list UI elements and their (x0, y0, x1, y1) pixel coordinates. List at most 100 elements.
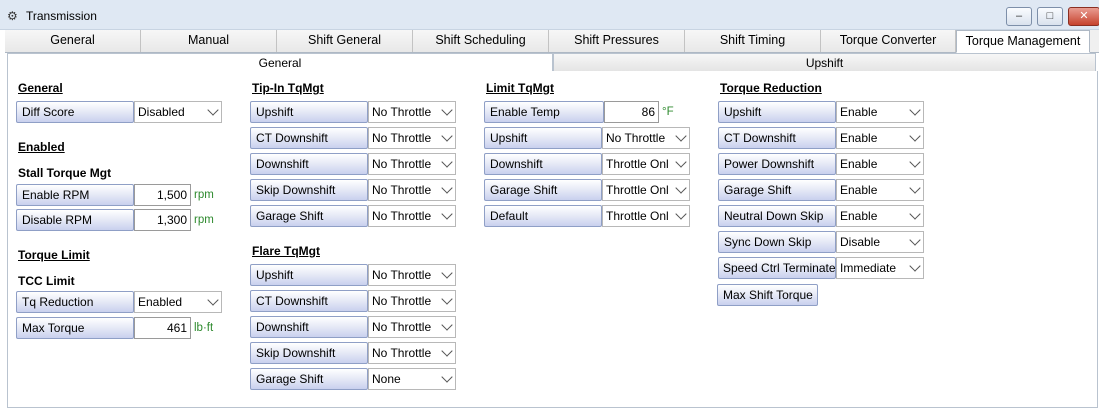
tab-manual[interactable]: Manual (141, 30, 277, 52)
reduction-speed-ctrl-terminate-select[interactable]: Immediate (836, 257, 924, 279)
limit-downshift-select[interactable]: Throttle Onl (602, 153, 690, 175)
tipin-garage-shift-label: Garage Shift (250, 205, 368, 227)
subtab-general[interactable]: General (7, 53, 553, 72)
flare-ct-downshift-label: CT Downshift (250, 290, 368, 312)
sub-tab-bar: General Upshift (7, 53, 1096, 72)
tq-reduction-value: Enabled (138, 295, 183, 309)
limit-upshift-value: No Throttle (606, 131, 666, 145)
reduction-upshift-select[interactable]: Enable (836, 101, 924, 123)
tipin-ct-downshift-select[interactable]: No Throttle (368, 127, 456, 149)
tq-reduction-select[interactable]: Enabled (134, 291, 222, 313)
disable-rpm-label: Disable RPM (16, 209, 134, 231)
reduction-sync-down-skip-value: Disable (840, 235, 881, 249)
max-shift-torque-button[interactable]: Max Shift Torque (717, 284, 818, 306)
tab-shift-pressures[interactable]: Shift Pressures (549, 30, 685, 52)
reduction-garage-shift-select[interactable]: Enable (836, 179, 924, 201)
close-button[interactable]: ✕ (1068, 7, 1099, 26)
flare-downshift-select[interactable]: No Throttle (368, 316, 456, 338)
tipin-downshift-select[interactable]: No Throttle (368, 153, 456, 175)
flare-garage-shift-select[interactable]: None (368, 368, 456, 390)
chevron-down-icon (909, 182, 921, 194)
tipin-garage-shift-value: No Throttle (372, 209, 432, 223)
enable-temp-input[interactable]: 86 (604, 101, 659, 123)
diff-score-select[interactable]: Disabled (134, 101, 222, 123)
limit-default-label: Default (484, 205, 602, 227)
minimize-button[interactable]: – (1006, 7, 1032, 26)
main-tab-bar: General Manual Shift General Shift Sched… (5, 30, 1099, 53)
reduction-ct-downshift-label: CT Downshift (718, 127, 836, 149)
limit-upshift-label: Upshift (484, 127, 602, 149)
flare-upshift-value: No Throttle (372, 268, 432, 282)
max-torque-label: Max Torque (16, 317, 134, 339)
flare-skip-downshift-select[interactable]: No Throttle (368, 342, 456, 364)
enable-rpm-input[interactable]: 1,500 (134, 184, 191, 206)
chevron-down-icon (441, 345, 453, 357)
tab-shift-scheduling[interactable]: Shift Scheduling (413, 30, 549, 52)
tipin-ct-downshift-value: No Throttle (372, 131, 432, 145)
maximize-button[interactable]: □ (1037, 7, 1063, 26)
limit-upshift-select[interactable]: No Throttle (602, 127, 690, 149)
limit-downshift-value: Throttle Onl (606, 157, 669, 171)
flare-ct-downshift-select[interactable]: No Throttle (368, 290, 456, 312)
flare-garage-shift-label: Garage Shift (250, 368, 368, 390)
tab-shift-general[interactable]: Shift General (277, 30, 413, 52)
reduction-neutral-down-skip-value: Enable (840, 209, 878, 223)
chevron-down-icon (441, 293, 453, 305)
limit-garage-shift-label: Garage Shift (484, 179, 602, 201)
chevron-down-icon (909, 234, 921, 246)
tq-reduction-label: Tq Reduction (16, 291, 134, 313)
reduction-power-downshift-label: Power Downshift (718, 153, 836, 175)
window-title: Transmission (26, 9, 97, 23)
tipin-downshift-value: No Throttle (372, 157, 432, 171)
max-torque-input[interactable]: 461 (134, 317, 191, 339)
chevron-down-icon (909, 260, 921, 272)
tipin-header: Tip-In TqMgt (252, 81, 324, 95)
reduction-ct-downshift-select[interactable]: Enable (836, 127, 924, 149)
subtab-upshift[interactable]: Upshift (553, 53, 1096, 72)
tipin-skip-downshift-select[interactable]: No Throttle (368, 179, 456, 201)
chevron-down-icon (909, 156, 921, 168)
chevron-down-icon (675, 208, 687, 220)
flare-garage-shift-value: None (372, 372, 401, 386)
reduction-upshift-value: Enable (840, 105, 878, 119)
enabled-header: Enabled (18, 140, 65, 154)
diff-score-value: Disabled (138, 105, 185, 119)
limit-default-value: Throttle Onl (606, 209, 669, 223)
reduction-garage-shift-label: Garage Shift (718, 179, 836, 201)
disable-rpm-input[interactable]: 1,300 (134, 209, 191, 231)
tipin-skip-downshift-value: No Throttle (372, 183, 432, 197)
enable-temp-unit: °F (662, 106, 674, 118)
limit-header: Limit TqMgt (486, 81, 554, 95)
torque-limit-header: Torque Limit (18, 248, 90, 262)
general-header: General (18, 81, 63, 95)
limit-garage-shift-select[interactable]: Throttle Onl (602, 179, 690, 201)
limit-garage-shift-value: Throttle Onl (606, 183, 669, 197)
flare-downshift-value: No Throttle (372, 320, 432, 334)
chevron-down-icon (441, 130, 453, 142)
tipin-skip-downshift-label: Skip Downshift (250, 179, 368, 201)
chevron-down-icon (675, 130, 687, 142)
reduction-header: Torque Reduction (720, 81, 822, 95)
limit-default-select[interactable]: Throttle Onl (602, 205, 690, 227)
reduction-power-downshift-select[interactable]: Enable (836, 153, 924, 175)
tab-general[interactable]: General (5, 30, 141, 52)
tipin-downshift-label: Downshift (250, 153, 368, 175)
flare-upshift-select[interactable]: No Throttle (368, 264, 456, 286)
tipin-upshift-select[interactable]: No Throttle (368, 101, 456, 123)
enable-rpm-label: Enable RPM (16, 184, 134, 206)
chevron-down-icon (675, 182, 687, 194)
flare-upshift-label: Upshift (250, 264, 368, 286)
tab-shift-timing[interactable]: Shift Timing (685, 30, 821, 52)
chevron-down-icon (909, 208, 921, 220)
diff-score-label: Diff Score (16, 101, 134, 123)
reduction-sync-down-skip-select[interactable]: Disable (836, 231, 924, 253)
reduction-speed-ctrl-terminate-value: Immediate (840, 261, 897, 275)
reduction-speed-ctrl-terminate-label: Speed Ctrl Terminate (718, 257, 836, 279)
tab-torque-converter[interactable]: Torque Converter (821, 30, 956, 52)
enable-temp-label: Enable Temp (484, 101, 604, 123)
tab-torque-management[interactable]: Torque Management (956, 30, 1090, 53)
disable-rpm-unit: rpm (194, 214, 214, 226)
reduction-neutral-down-skip-select[interactable]: Enable (836, 205, 924, 227)
chevron-down-icon (441, 104, 453, 116)
tipin-garage-shift-select[interactable]: No Throttle (368, 205, 456, 227)
